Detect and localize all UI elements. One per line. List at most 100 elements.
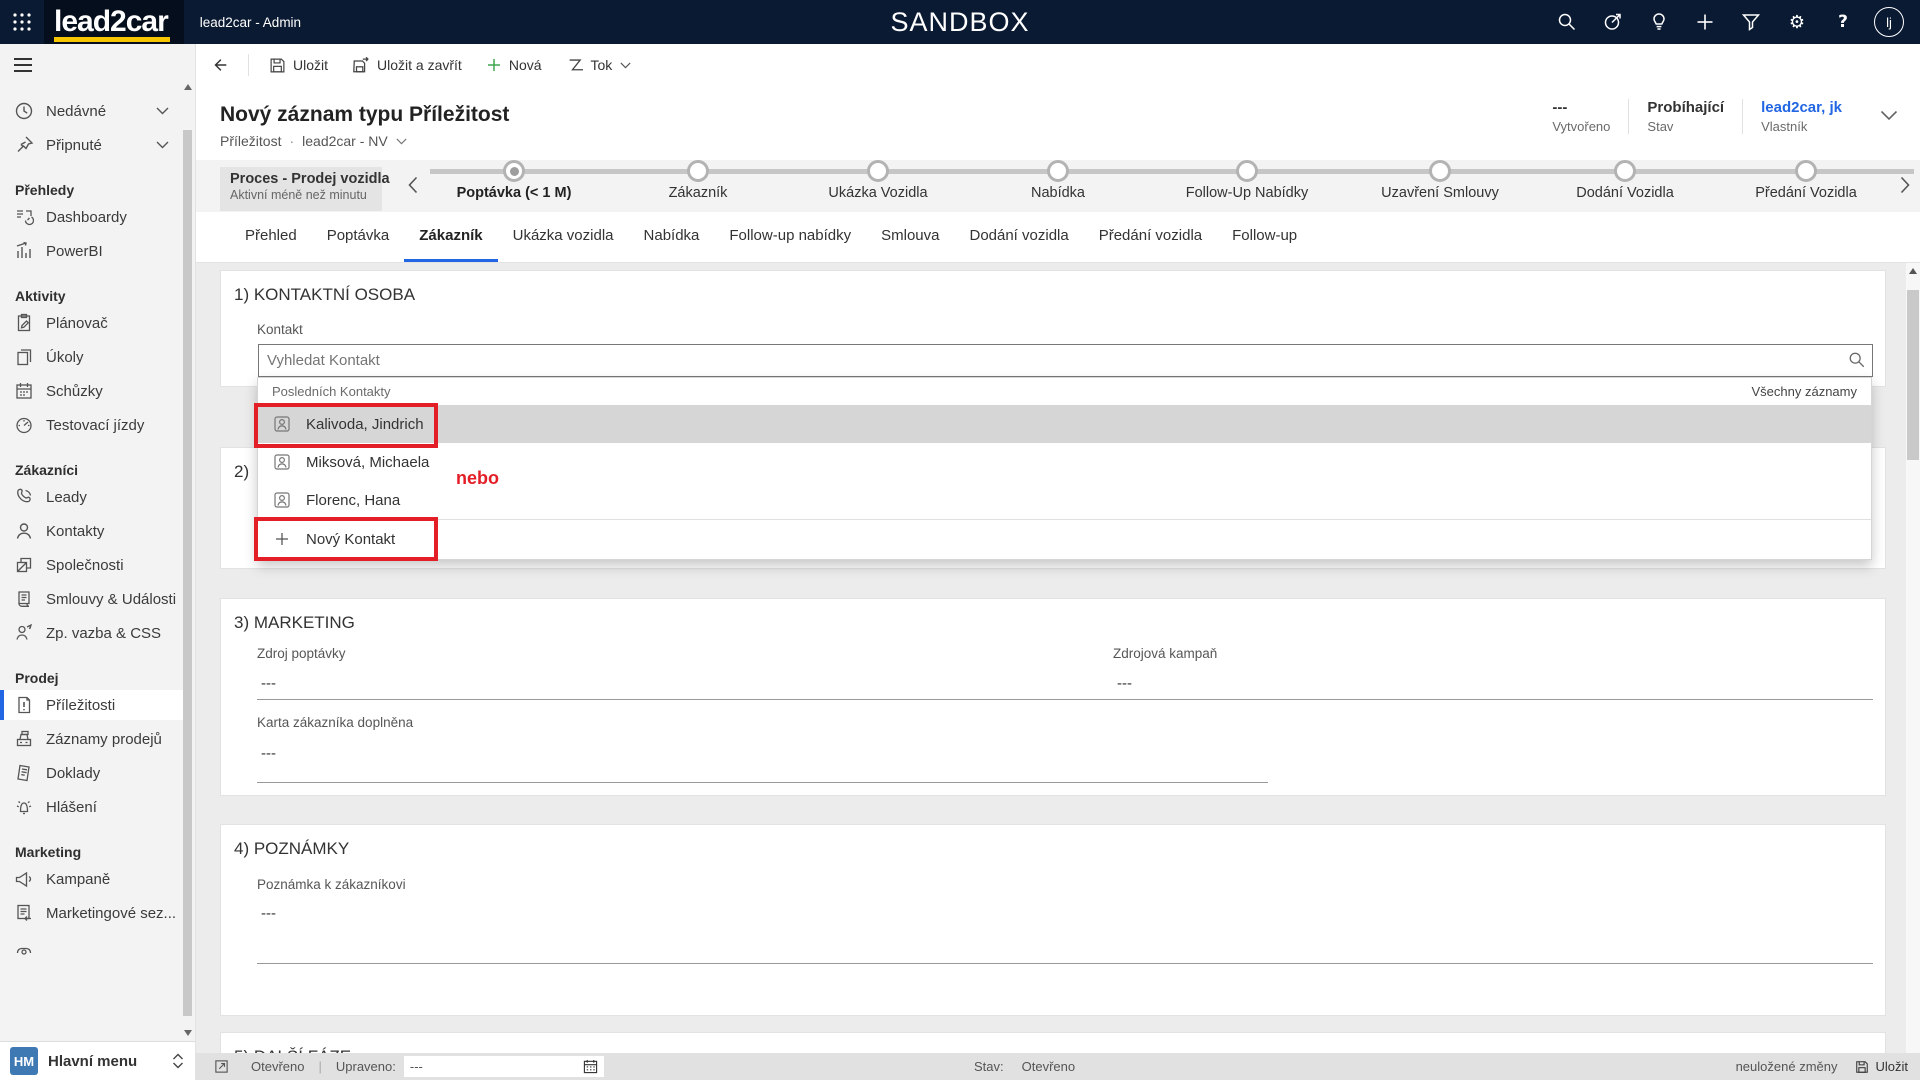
- sidebar-item-ukoly[interactable]: Úkoly: [0, 342, 183, 372]
- app-logo-text: lead2car: [54, 5, 169, 38]
- lookup-search-icon[interactable]: [1848, 351, 1866, 369]
- save-and-close-button[interactable]: Uložit a zavřít: [340, 44, 474, 86]
- recent-items-header: Posledních Kontakty: [272, 384, 391, 399]
- sidebar-item-planovac[interactable]: Plánovač: [0, 308, 183, 338]
- filter-icon[interactable]: [1728, 0, 1774, 44]
- tab-follow-up-nabidky[interactable]: Follow-up nabídky: [714, 212, 866, 262]
- sidebar-scrollbar[interactable]: [183, 84, 193, 1036]
- tab-follow-up[interactable]: Follow-up: [1217, 212, 1312, 262]
- sidebar-item-schuzky[interactable]: Schůzky: [0, 376, 183, 406]
- tab-ukazka-vozidla[interactable]: Ukázka vozidla: [498, 212, 629, 262]
- contact-card-icon: [272, 414, 292, 434]
- gear-icon[interactable]: ⚙: [1774, 0, 1820, 44]
- tab-predani-vozidla[interactable]: Předání vozidla: [1084, 212, 1217, 262]
- popout-expand-icon[interactable]: [214, 1059, 229, 1074]
- app-logo[interactable]: lead2car: [44, 0, 184, 44]
- tab-dodani-vozidla[interactable]: Dodání vozidla: [954, 212, 1083, 262]
- contact-card-icon: [272, 490, 292, 510]
- sidebar-item-kontakty[interactable]: Kontakty: [0, 516, 183, 546]
- topbar-icon-group: ⚙ ? lj: [1544, 0, 1912, 44]
- sidebar-item-powerbi[interactable]: PowerBI: [0, 236, 183, 266]
- tab-nabidka[interactable]: Nabídka: [629, 212, 715, 262]
- task-compass-icon[interactable]: [1590, 0, 1636, 44]
- tab-smlouva[interactable]: Smlouva: [866, 212, 954, 262]
- sidebar-scroll-up-arrow[interactable]: [184, 84, 192, 90]
- sidebar-scrollbar-thumb[interactable]: [183, 130, 192, 1016]
- sidebar-item-smlouvy-udalosti[interactable]: Smlouvy & Události: [0, 584, 183, 614]
- sidebar-item-hlaseni[interactable]: Hlášení: [0, 792, 183, 822]
- stage-circle: [1429, 160, 1451, 182]
- all-records-link[interactable]: Všechny záznamy: [1752, 384, 1858, 399]
- help-icon[interactable]: ?: [1820, 0, 1866, 44]
- sidebar-item-zaznamy-prodeju[interactable]: Záznamy prodejů: [0, 724, 183, 754]
- process-stage-follow-up[interactable]: Follow-Up Nabídky: [1137, 160, 1357, 201]
- save-button[interactable]: Uložit: [257, 44, 340, 86]
- sidebar-item-doklady[interactable]: Doklady: [0, 758, 183, 788]
- flow-button[interactable]: Tok: [554, 44, 644, 86]
- chevron-down-icon[interactable]: [620, 62, 631, 69]
- sidebar-item-leady[interactable]: Leady: [0, 482, 183, 512]
- lightbulb-icon[interactable]: [1636, 0, 1682, 44]
- sidebar-item-pinned[interactable]: Připnuté: [0, 130, 183, 160]
- process-stage-nabidka[interactable]: Nabídka: [948, 160, 1168, 201]
- scroll-up-arrow[interactable]: [1906, 263, 1920, 278]
- page-title: Nový záznam typu Příležitost: [220, 103, 510, 126]
- sidebar-item-zpetna-vazba[interactable]: Zp. vazba & CSS: [0, 618, 183, 648]
- area-switcher-main-menu[interactable]: HM Hlavní menu: [0, 1041, 196, 1080]
- sidebar-item-label: Společnosti: [46, 556, 124, 574]
- footer-modified-field[interactable]: ---: [403, 1056, 604, 1077]
- quick-create-plus-icon[interactable]: [1682, 0, 1728, 44]
- app-launcher-waffle-icon[interactable]: [0, 0, 44, 44]
- hamburger-menu-icon[interactable]: [13, 57, 33, 73]
- calendar-icon: [14, 381, 34, 401]
- sidebar-item-testovaci-jizdy[interactable]: Testovací jízdy: [0, 410, 183, 440]
- sidebar-group-prehledy: Přehledy: [15, 182, 75, 198]
- tab-poptavka[interactable]: Poptávka: [312, 212, 405, 262]
- sidebar-item-clipped[interactable]: [0, 934, 183, 964]
- back-arrow-icon[interactable]: [200, 44, 240, 86]
- org-name[interactable]: lead2car - Admin: [200, 15, 301, 30]
- lookup-result-miksova[interactable]: Miksová, Michaela: [258, 443, 1871, 481]
- lookup-result-kalivoda[interactable]: Kalivoda, Jindrich: [258, 405, 1871, 443]
- karta-zakaznika-value[interactable]: ---: [261, 745, 276, 762]
- chevron-down-icon[interactable]: [396, 138, 407, 145]
- owner-link[interactable]: lead2car, jk: [1761, 99, 1842, 116]
- main-content: Nový záznam typu Příležitost Příležitost…: [196, 86, 1920, 1053]
- tab-prehled[interactable]: Přehled: [230, 212, 312, 262]
- sidebar-item-prilezitosti[interactable]: Příležitosti: [0, 690, 183, 720]
- contact-lookup-input[interactable]: [258, 344, 1873, 377]
- new-contact-button[interactable]: Nový Kontakt: [258, 519, 1871, 558]
- user-avatar[interactable]: lj: [1866, 0, 1912, 44]
- sidebar-item-recent[interactable]: Nedávné: [0, 96, 183, 126]
- new-record-button[interactable]: Nová: [474, 44, 554, 86]
- sidebar-nav-list: Nedávné Připnuté Přehledy Dashboardy Pow…: [0, 86, 195, 964]
- header-expand-chevron-icon[interactable]: [1880, 110, 1898, 121]
- main-scrollbar[interactable]: [1906, 263, 1920, 1053]
- footer-modified-value: ---: [409, 1059, 423, 1074]
- tab-zakaznik[interactable]: Zákazník: [404, 212, 498, 262]
- sidebar-item-marketingove-seznamy[interactable]: Marketingové sez...: [0, 898, 183, 928]
- chevron-down-icon[interactable]: [156, 141, 169, 149]
- lookup-result-florenc[interactable]: Florenc, Hana: [258, 481, 1871, 519]
- form-selector[interactable]: lead2car - NV: [302, 133, 388, 149]
- process-info-box[interactable]: Proces - Prodej vozidla Aktivní méně než…: [220, 167, 390, 211]
- sidebar-item-dashboardy[interactable]: Dashboardy: [0, 202, 183, 232]
- flyout-header: Posledních Kontakty Všechny záznamy: [258, 378, 1871, 405]
- chevron-down-icon[interactable]: [156, 107, 169, 115]
- sidebar-item-label: Dashboardy: [46, 208, 127, 226]
- sidebar-item-label: Plánovač: [46, 314, 108, 332]
- poznamka-value[interactable]: ---: [261, 905, 276, 922]
- sidebar-item-kampane[interactable]: Kampaně: [0, 864, 183, 894]
- process-scroll-right-icon[interactable]: [1900, 176, 1910, 194]
- dashboard-icon: [14, 207, 34, 227]
- hamburger-row: [0, 44, 195, 86]
- footer-save-button[interactable]: Uložit: [1855, 1059, 1908, 1074]
- sidebar-item-spolecnosti[interactable]: Společnosti: [0, 550, 183, 580]
- sidebar-scroll-down-arrow[interactable]: [184, 1030, 192, 1036]
- process-stage-predani[interactable]: Předání Vozidla: [1696, 160, 1916, 201]
- zdroj-poptavky-value[interactable]: ---: [261, 675, 276, 692]
- zdrojova-kampan-value[interactable]: ---: [1117, 675, 1132, 692]
- calendar-icon[interactable]: [583, 1059, 598, 1074]
- main-scrollbar-thumb[interactable]: [1907, 290, 1919, 460]
- search-icon[interactable]: [1544, 0, 1590, 44]
